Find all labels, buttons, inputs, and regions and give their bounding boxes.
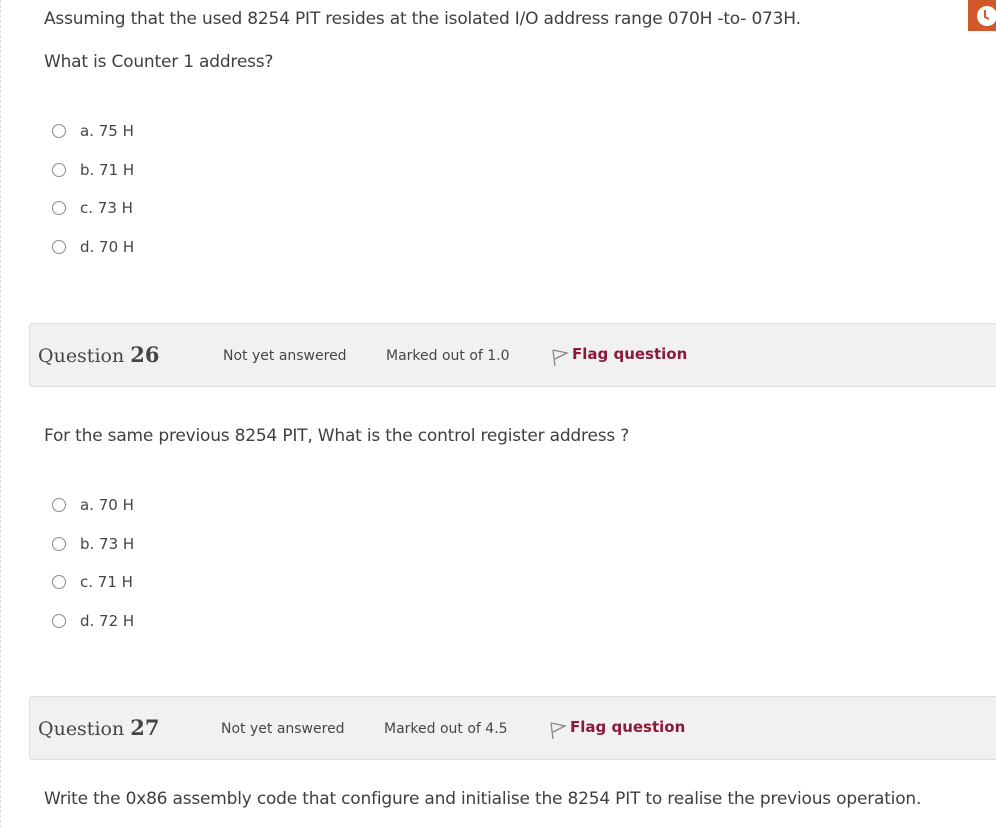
quiz-timer-button[interactable] (968, 0, 996, 31)
flag-question-label: Flag question (570, 718, 686, 736)
answer-label: b. 71 H (80, 160, 135, 179)
question-25-text-line1: Assuming that the used 8254 PIT resides … (44, 9, 801, 29)
radio-button[interactable] (52, 575, 66, 590)
flag-icon (552, 349, 569, 367)
question-27-number: Question 27 (38, 715, 159, 740)
answer-label: d. 70 H (80, 237, 135, 256)
answer-option[interactable]: c. 71 H (52, 563, 134, 602)
question-27-state: Not yet answered (221, 721, 345, 737)
question-26-state: Not yet answered (223, 348, 347, 364)
flag-question-26-button[interactable]: Flag question (551, 345, 687, 367)
question-25-text-line2: What is Counter 1 address? (44, 52, 274, 72)
flag-question-27-button[interactable]: Flag question (549, 718, 685, 740)
answer-label: c. 73 H (80, 199, 133, 218)
answer-option[interactable]: b. 71 H (52, 151, 134, 190)
answer-label: d. 72 H (80, 611, 135, 630)
radio-button[interactable] (52, 613, 66, 628)
question-25-answers: a. 75 H b. 71 H c. 73 H d. 70 H (52, 112, 134, 266)
question-26-grade: Marked out of 1.0 (386, 348, 510, 364)
flag-question-label: Flag question (572, 345, 688, 363)
page-left-border (0, 0, 4, 828)
answer-option[interactable]: d. 70 H (52, 228, 134, 267)
question-number: 27 (130, 715, 160, 740)
clock-icon (977, 5, 996, 26)
question-26-number: Question 26 (38, 342, 159, 367)
answer-label: a. 75 H (80, 122, 134, 141)
question-prefix: Question (38, 718, 131, 740)
radio-button[interactable] (52, 239, 66, 254)
question-27-info: Question 27 Not yet answered Marked out … (29, 696, 996, 760)
answer-option[interactable]: d. 72 H (52, 602, 134, 641)
question-26-text: For the same previous 8254 PIT, What is … (44, 426, 630, 446)
question-number: 26 (130, 342, 160, 367)
question-27-text: Write the 0x86 assembly code that config… (44, 789, 922, 809)
answer-label: b. 73 H (80, 534, 135, 553)
answer-label: c. 71 H (80, 573, 133, 592)
answer-option[interactable]: a. 70 H (52, 486, 134, 525)
answer-option[interactable]: b. 73 H (52, 525, 134, 564)
radio-button[interactable] (52, 201, 66, 216)
question-26-answers: a. 70 H b. 73 H c. 71 H d. 72 H (52, 486, 134, 640)
answer-label: a. 70 H (80, 496, 134, 515)
question-26-info: Question 26 Not yet answered Marked out … (29, 323, 996, 387)
radio-button[interactable] (52, 162, 66, 177)
flag-icon (550, 722, 567, 740)
radio-button[interactable] (52, 124, 66, 139)
answer-option[interactable]: a. 75 H (52, 112, 134, 151)
question-27-grade: Marked out of 4.5 (384, 721, 508, 737)
radio-button[interactable] (52, 536, 66, 551)
answer-option[interactable]: c. 73 H (52, 189, 134, 228)
radio-button[interactable] (52, 498, 66, 513)
question-prefix: Question (38, 345, 131, 367)
